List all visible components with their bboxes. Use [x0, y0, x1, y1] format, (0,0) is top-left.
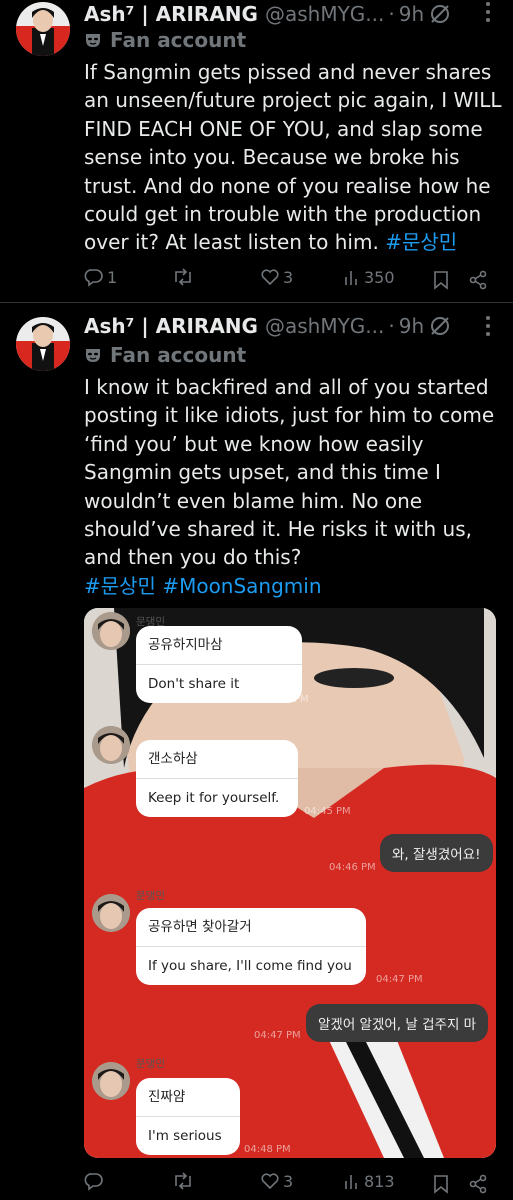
text-line: over it? At least listen to him.: [84, 230, 379, 255]
views-button[interactable]: 350: [343, 267, 395, 287]
text-line: an unseen/future project pic again, I WI…: [84, 88, 502, 113]
text-line: sense into you. Because we broke his: [84, 145, 460, 170]
tweet-text: I know it backfired and all of you start…: [84, 373, 504, 600]
bookmark-icon[interactable]: [432, 1174, 450, 1194]
user-handle[interactable]: @ashMYG...: [265, 314, 384, 338]
text-line: I know it backfired and all of you start…: [84, 375, 489, 399]
fan-account-label: Fan account: [84, 27, 246, 53]
like-button[interactable]: 3: [260, 1171, 293, 1191]
chat-bubble-outgoing: 알겠어 알겠어, 날 겁주지 마: [306, 1004, 489, 1042]
like-button[interactable]: 3: [260, 267, 293, 287]
bookmark-icon[interactable]: [432, 270, 450, 290]
reply-icon: [84, 269, 103, 287]
timestamp[interactable]: 9h: [399, 2, 424, 26]
repost-button[interactable]: [172, 267, 197, 287]
like-count: 3: [283, 1171, 294, 1191]
display-name[interactable]: Ash⁷ | ARIRANG: [84, 314, 258, 338]
reply-button[interactable]: 1: [84, 267, 117, 287]
display-name[interactable]: Ash⁷ | ARIRANG: [84, 2, 258, 26]
separator-dot: ·: [388, 314, 395, 338]
grok-icon[interactable]: [428, 314, 452, 338]
repost-icon: [175, 268, 191, 286]
chat-bubble-incoming: 공유하면 찾아갈거 If you share, I'll come find y…: [136, 908, 366, 985]
reply-count: 1: [107, 267, 118, 287]
chat-bubble-outgoing: 와, 잘생겼어요!: [380, 834, 493, 872]
tweet-actions: 3 813: [84, 1171, 494, 1197]
chat-bubble-incoming: 공유하지마삼 Don't share it: [136, 626, 302, 703]
chat-message-en: Keep it for yourself.: [148, 790, 280, 806]
chat-time: 04:46 PM: [329, 862, 376, 873]
timestamp[interactable]: 9h: [399, 314, 424, 338]
text-line: should’ve shared it. He risks it with us…: [84, 517, 472, 542]
text-line: could get in trouble with the production: [84, 202, 482, 227]
chat-sender-name: 문댕민: [136, 890, 165, 902]
fan-account-label: Fan account: [84, 342, 246, 368]
heart-icon: [261, 1173, 279, 1190]
chat-message-ko: 진짜얌: [148, 1089, 186, 1105]
chat-avatar: [92, 612, 130, 650]
text-line: wouldn’t even blame him. No one: [84, 488, 423, 513]
reply-icon: [84, 1173, 103, 1191]
chat-bubble-incoming: 진짜얌 I'm serious: [136, 1078, 240, 1155]
view-count: 350: [364, 267, 395, 287]
text-line: If Sangmin gets pissed and never shares: [84, 60, 492, 84]
text-line: Sangmin gets upset, and this time I: [84, 460, 441, 485]
repost-button[interactable]: [172, 1171, 197, 1191]
text-line: ‘find you’ but we know how easily: [84, 431, 424, 456]
chat-time: 04:45 PM: [262, 694, 309, 705]
chat-message-en: If you share, I'll come find you: [148, 958, 352, 974]
grok-icon[interactable]: [428, 2, 452, 26]
tweet-media-image[interactable]: 문댕민 공유하지마삼 Don't share it 04:45 PM 갠소하삼 …: [84, 608, 496, 1158]
heart-icon: [261, 269, 279, 286]
like-count: 3: [283, 267, 294, 287]
more-icon[interactable]: [478, 0, 498, 24]
text-line: and then you do this?: [84, 545, 302, 570]
chat-bubble-incoming: 갠소하삼 Keep it for yourself.: [136, 740, 298, 817]
mask-icon: [86, 34, 100, 47]
views-icon: [345, 1175, 357, 1189]
chat-message-ko: 공유하면 찾아갈거: [148, 919, 252, 935]
views-icon: [345, 271, 357, 285]
fan-account-text: Fan account: [110, 28, 247, 52]
mask-icon: [86, 349, 100, 362]
chat-avatar: [92, 894, 130, 932]
hashtag-links[interactable]: #문상민 #MoonSangmin: [84, 574, 322, 598]
views-button[interactable]: 813: [343, 1171, 395, 1191]
text-line: trust. And do none of you realise how he: [84, 173, 491, 198]
text-line: FIND EACH ONE OF YOU, and slap some: [84, 116, 483, 141]
chat-message-ko: 갠소하삼: [148, 751, 198, 767]
chat-time: 04:48 PM: [244, 1144, 291, 1155]
chat-sender-name: 문댕민: [136, 1058, 165, 1070]
text-line: posting it like idiots, just for him to …: [84, 403, 495, 428]
profile-avatar[interactable]: [16, 317, 70, 371]
more-icon[interactable]: [478, 314, 498, 338]
chat-time: 04:47 PM: [376, 974, 423, 985]
chat-time: 04:47 PM: [254, 1030, 301, 1041]
chat-avatar: [92, 726, 130, 764]
share-icon[interactable]: [468, 1174, 488, 1194]
chat-time: 04:45 PM: [304, 806, 351, 817]
chat-message-ko: 공유하지마삼: [148, 637, 223, 653]
tweet-text: If Sangmin gets pissed and never shares …: [84, 58, 504, 257]
fan-account-text: Fan account: [110, 343, 247, 367]
profile-avatar[interactable]: [16, 2, 70, 56]
reply-button[interactable]: [84, 1171, 107, 1191]
user-handle[interactable]: @ashMYG...: [265, 2, 384, 26]
view-count: 813: [364, 1171, 395, 1191]
share-icon[interactable]: [468, 270, 488, 290]
chat-avatar: [92, 1062, 130, 1100]
tweet-1[interactable]: Ash⁷ | ARIRANG @ashMYG... · 9h Fan accou…: [0, 0, 513, 302]
hashtag-link[interactable]: #문상민: [385, 230, 457, 254]
tweet-actions: 1 3 350: [84, 267, 494, 293]
separator-dot: ·: [388, 2, 395, 26]
repost-icon: [175, 1172, 191, 1190]
chat-message-en: I'm serious: [148, 1128, 222, 1144]
